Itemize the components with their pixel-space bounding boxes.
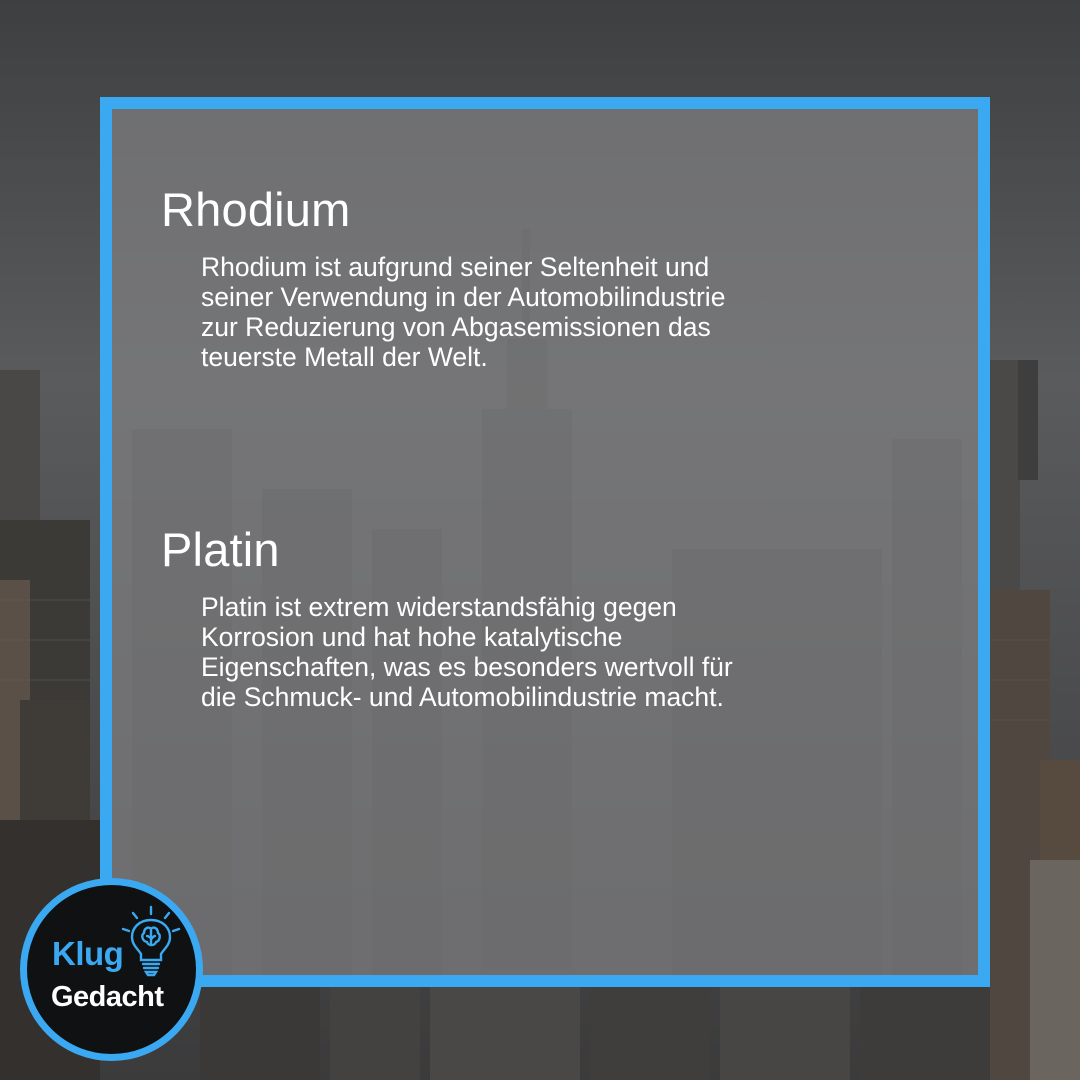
logo-word-gedacht: Gedacht: [51, 981, 164, 1013]
logo-word-klug: Klug: [52, 935, 124, 972]
rhodium-description: Rhodium ist aufgrund seiner Seltenheit u…: [201, 252, 841, 372]
text-line: Rhodium ist aufgrund seiner Seltenheit u…: [201, 252, 710, 282]
rhodium-title: Rhodium: [161, 183, 351, 236]
klug-gedacht-logo: Klug Gedacht: [20, 878, 203, 1061]
text-line: die Schmuck- und Automobilindustrie mach…: [201, 682, 724, 712]
text-line: Korrosion und hat hohe katalytische: [201, 622, 623, 652]
text-line: seiner Verwendung in der Automobilindust…: [201, 282, 726, 312]
platin-title: Platin: [161, 523, 280, 576]
lightbulb-brain-icon: [121, 905, 181, 977]
text-line: zur Reduzierung von Abgasemissionen das: [201, 312, 711, 342]
platin-description: Platin ist extrem widerstandsfähig gegen…: [201, 592, 841, 712]
slide: Rhodium Rhodium ist aufgrund seiner Selt…: [0, 0, 1080, 1080]
text-line: Platin ist extrem widerstandsfähig gegen: [201, 592, 677, 622]
text-line: teuerste Metall der Welt.: [201, 342, 488, 372]
text-line: Eigenschaften, was es besonders wertvoll…: [201, 652, 733, 682]
